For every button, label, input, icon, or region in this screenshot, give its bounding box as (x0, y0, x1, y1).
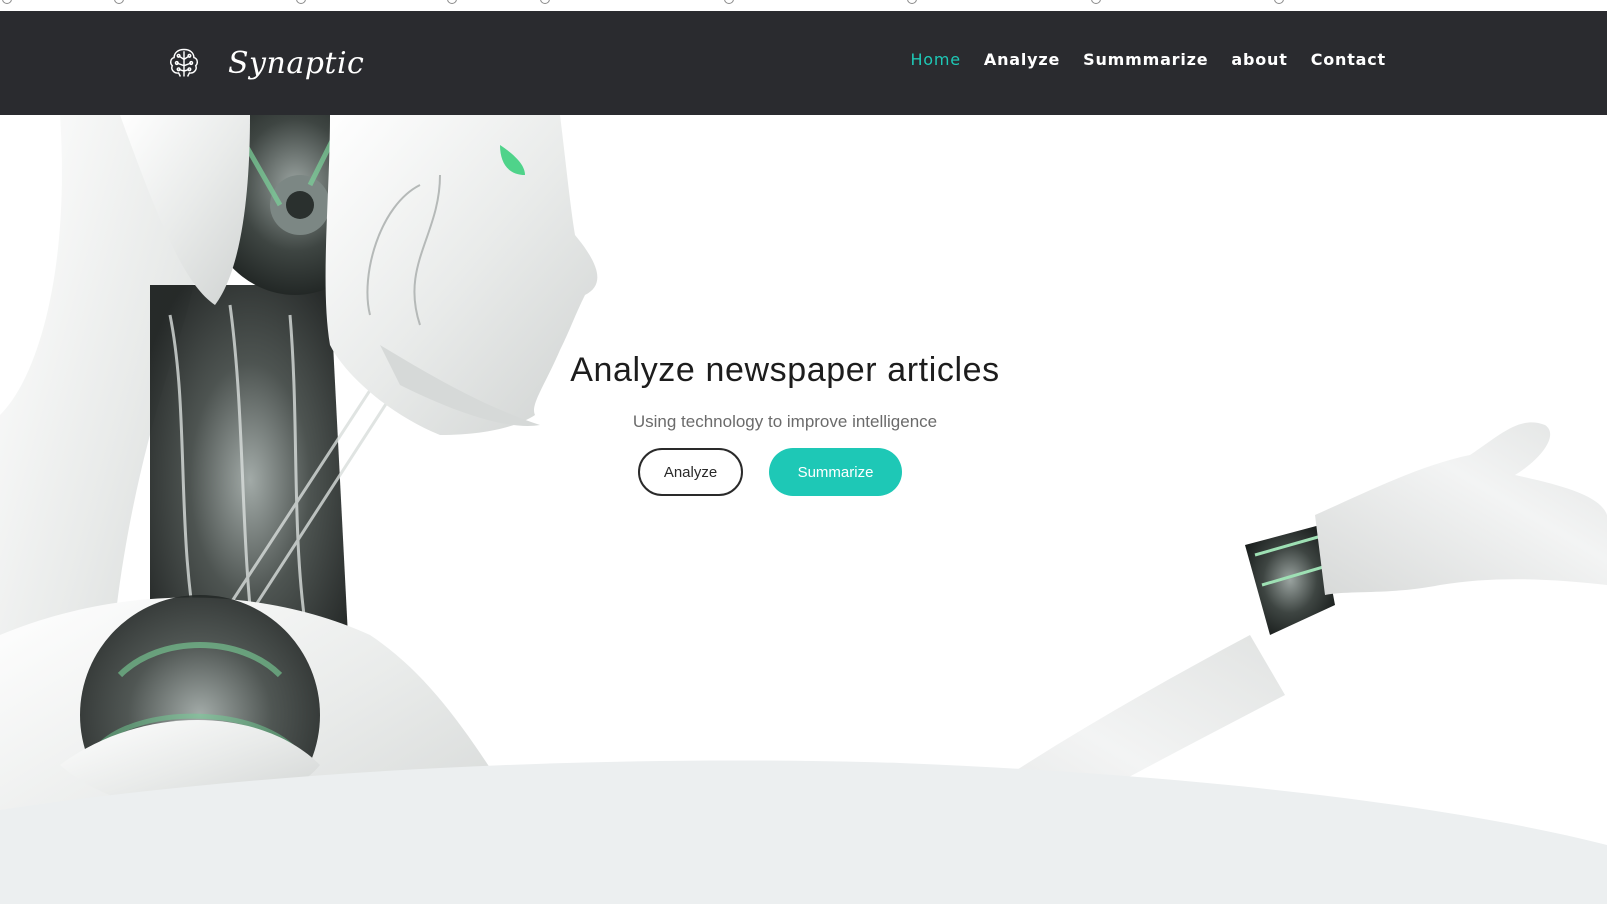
main-nav: Home Analyze Summmarize about Contact (910, 50, 1386, 69)
brand[interactable]: Synaptic (166, 41, 364, 85)
nav-about[interactable]: about (1231, 50, 1287, 69)
browser-top-strip (0, 0, 1607, 11)
hero-title: Analyze newspaper articles (570, 351, 1000, 389)
summarize-button[interactable]: Summarize (769, 448, 902, 496)
hero-buttons: Analyze Summarize (0, 448, 1570, 496)
analyze-button[interactable]: Analyze (638, 448, 743, 496)
nav-summarize[interactable]: Summmarize (1083, 50, 1208, 69)
navbar: Synaptic Home Analyze Summmarize about C… (0, 11, 1607, 115)
brain-circuit-icon (170, 48, 198, 77)
nav-analyze[interactable]: Analyze (984, 50, 1060, 69)
hero-section: Analyze newspaper articles Using technol… (0, 115, 1607, 904)
hero-content: Analyze newspaper articles Using technol… (0, 351, 1570, 496)
brand-name: Synaptic (228, 45, 365, 81)
nav-contact[interactable]: Contact (1311, 50, 1386, 69)
nav-home[interactable]: Home (910, 50, 960, 69)
robot-background-image (0, 115, 1607, 904)
hero-subtitle: Using technology to improve intelligence (632, 412, 938, 431)
